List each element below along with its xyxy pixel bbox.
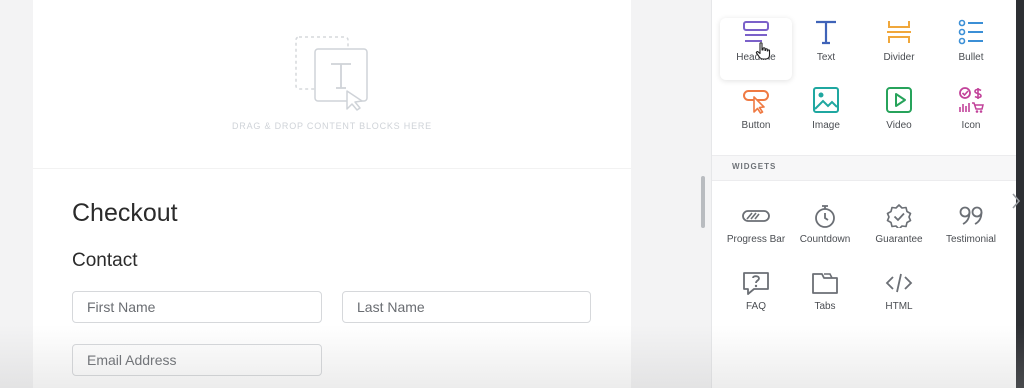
icon-icon: [959, 87, 984, 113]
button-icon: [743, 90, 769, 114]
page-title[interactable]: Checkout: [72, 199, 178, 228]
guarantee-icon: [886, 204, 912, 228]
canvas-scrollbar[interactable]: [701, 176, 705, 228]
faq-widget[interactable]: FAQ: [716, 271, 796, 333]
video-label: Video: [886, 120, 912, 131]
progress-bar-icon: [742, 210, 770, 222]
text-icon: [816, 20, 836, 45]
testimonial-label: Testimonial: [945, 234, 997, 245]
faq-label: FAQ: [745, 301, 766, 312]
pointer-hand-cursor: [755, 42, 771, 60]
button-label: Button: [741, 120, 771, 131]
bullet-icon: [958, 19, 983, 45]
page-canvas: DRAG & DROP CONTENT BLOCKS HERE Checkout…: [33, 0, 631, 388]
html-icon: [885, 273, 913, 293]
guarantee-widget[interactable]: Guarantee: [863, 204, 935, 266]
divider-icon: [887, 21, 911, 43]
drop-zone-text: DRAG & DROP CONTENT BLOCKS HERE: [231, 121, 432, 131]
countdown-widget[interactable]: Countdown: [788, 204, 862, 266]
guarantee-label: Guarantee: [875, 234, 923, 245]
drop-zone[interactable]: DRAG & DROP CONTENT BLOCKS HERE: [33, 0, 631, 169]
email-address-field[interactable]: [72, 344, 322, 376]
widgets-heading: WIDGETS: [732, 162, 777, 171]
divider-label: Divider: [883, 52, 915, 63]
html-label: HTML: [885, 301, 913, 312]
last-name-field[interactable]: [342, 291, 591, 323]
progress-bar-widget[interactable]: Progress Bar: [716, 204, 796, 266]
text-block[interactable]: Text: [790, 18, 862, 80]
widgets-section-header: WIDGETS: [712, 155, 1017, 181]
image-block[interactable]: Image: [790, 86, 862, 148]
image-icon: [813, 87, 839, 113]
countdown-icon: [815, 205, 835, 228]
text-label: Text: [816, 52, 836, 63]
first-name-field[interactable]: [72, 291, 322, 323]
contact-heading[interactable]: Contact: [72, 250, 137, 272]
progress-bar-label: Progress Bar: [726, 234, 786, 245]
video-block[interactable]: Video: [863, 86, 935, 148]
countdown-label: Countdown: [799, 234, 851, 245]
chevron-right-icon[interactable]: [1011, 192, 1021, 210]
faq-icon: [743, 272, 769, 295]
testimonial-icon: [959, 206, 983, 225]
text-block-drop-icon: [295, 36, 368, 111]
divider-block[interactable]: Divider: [863, 18, 935, 80]
bullet-block[interactable]: Bullet: [935, 18, 1007, 80]
bullet-label: Bullet: [958, 52, 984, 63]
tabs-icon: [812, 273, 838, 294]
tabs-label: Tabs: [814, 301, 836, 312]
button-block[interactable]: Button: [720, 86, 792, 148]
image-label: Image: [812, 120, 840, 131]
testimonial-widget[interactable]: Testimonial: [935, 204, 1007, 266]
tabs-widget[interactable]: Tabs: [788, 271, 862, 333]
html-widget[interactable]: HTML: [863, 271, 935, 333]
icon-block[interactable]: Icon: [935, 86, 1007, 148]
icon-label: Icon: [961, 120, 981, 131]
video-icon: [886, 87, 912, 113]
